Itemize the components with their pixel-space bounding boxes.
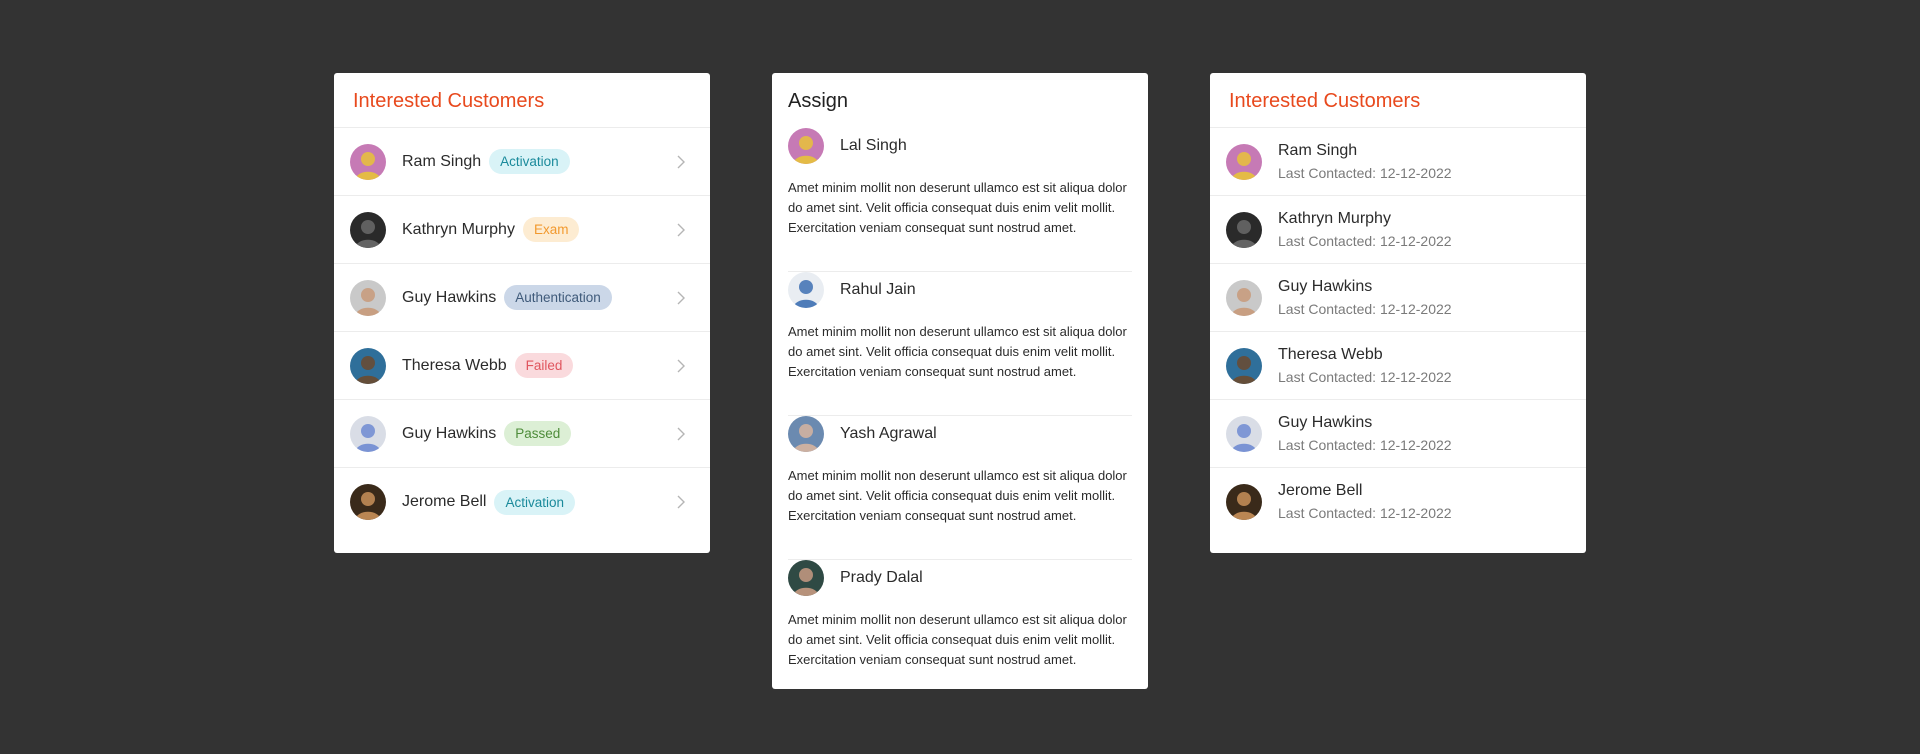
assignee-name[interactable]: Prady Dalal [840, 569, 923, 587]
last-contacted: Last Contacted: 12-12-2022 [1278, 232, 1452, 249]
chevron-right-icon[interactable] [676, 495, 686, 509]
customer-name: Kathryn Murphy [402, 220, 515, 238]
customer-contact-row[interactable]: Kathryn Murphy Last Contacted: 12-12-2022 [1210, 196, 1586, 264]
chevron-right-icon[interactable] [676, 427, 686, 441]
avatar [1226, 415, 1262, 452]
customer-name: Guy Hawkins [402, 288, 497, 306]
assign-item: Rahul Jain Amet minim mollit non deserunt… [788, 272, 1132, 416]
last-contacted: Last Contacted: 12-12-2022 [1278, 300, 1452, 317]
assign-header: Prady Dalal [788, 560, 1132, 596]
customer-info: Guy Hawkins Last Contacted: 12-12-2022 [1278, 413, 1452, 455]
customer-contact-row[interactable]: Jerome Bell Last Contacted: 12-12-2022 [1210, 468, 1586, 536]
assign-description: Amet minim mollit non deserunt ullamco e… [788, 612, 1127, 667]
customer-info: Theresa Webb Last Contacted: 12-12-2022 [1278, 345, 1452, 387]
avatar [788, 416, 824, 452]
customer-name: Ram Singh [1278, 141, 1358, 159]
interested-customers-card: Interested Customers Ram Singh Activation… [334, 73, 710, 553]
avatar [350, 415, 386, 452]
avatar [1226, 484, 1262, 520]
avatar [350, 279, 386, 316]
customer-info: Jerome Bell Last Contacted: 12-12-2022 [1278, 481, 1452, 523]
customer-info: Guy Hawkins Last Contacted: 12-12-2022 [1278, 277, 1452, 319]
assign-item: Yash Agrawal Amet minim mollit non deseru… [788, 416, 1132, 560]
chevron-right-icon[interactable] [676, 155, 686, 169]
chevron-right-icon[interactable] [676, 223, 686, 237]
customer-name: Ram Singh [402, 152, 482, 170]
assign-description: Amet minim mollit non deserunt ullamco e… [788, 468, 1127, 523]
card-title: Assign [788, 90, 849, 112]
customer-info: Kathryn Murphy Last Contacted: 12-12-2022 [1278, 209, 1452, 251]
customer-row[interactable]: Guy Hawkins Passed [334, 400, 710, 468]
assign-description: Amet minim mollit non deserunt ullamco e… [788, 180, 1127, 235]
avatar [1226, 347, 1262, 384]
assign-item: Lal Singh Amet minim mollit non deserunt … [788, 128, 1132, 272]
avatar [1226, 279, 1262, 316]
status-badge: Passed [504, 421, 572, 446]
customer-row[interactable]: Ram Singh Activation [334, 128, 710, 196]
status-badge: Activation [494, 489, 576, 515]
status-badge: Exam [522, 217, 580, 242]
chevron-right-icon[interactable] [676, 359, 686, 373]
assignee-name[interactable]: Lal Singh [840, 137, 907, 155]
customer-contact-row[interactable]: Theresa Webb Last Contacted: 12-12-2022 [1210, 332, 1586, 400]
avatar [788, 272, 824, 308]
customer-name: Guy Hawkins [1278, 413, 1373, 431]
customer-row[interactable]: Kathryn Murphy Exam [334, 196, 710, 264]
chevron-right-icon[interactable] [676, 291, 686, 305]
assign-description: Amet minim mollit non deserunt ullamco e… [788, 324, 1127, 379]
interested-customers-contact-card: Interested Customers Ram Singh Last Conta… [1210, 73, 1586, 553]
assignee-name[interactable]: Rahul Jain [840, 281, 916, 299]
card-title: Interested Customers [334, 73, 710, 128]
avatar [1226, 143, 1262, 180]
assign-card: Assign Lal Singh Amet minim mollit non de… [772, 73, 1148, 689]
last-contacted: Last Contacted: 12-12-2022 [1278, 436, 1452, 453]
assignee-name[interactable]: Yash Agrawal [840, 425, 937, 443]
customer-name: Kathryn Murphy [1278, 209, 1391, 227]
customer-contact-row[interactable]: Ram Singh Last Contacted: 12-12-2022 [1210, 128, 1586, 196]
customer-row[interactable]: Guy Hawkins Authentication [334, 264, 710, 332]
customer-row[interactable]: Jerome Bell Activation [334, 468, 710, 536]
customer-name: Jerome Bell [1278, 482, 1363, 499]
customer-contact-row[interactable]: Guy Hawkins Last Contacted: 12-12-2022 [1210, 264, 1586, 332]
avatar [788, 560, 824, 596]
assign-header: Lal Singh [788, 128, 1132, 164]
avatar [350, 211, 386, 248]
avatar [788, 128, 824, 164]
avatar [350, 143, 386, 180]
avatar [350, 484, 386, 520]
avatar [350, 347, 386, 384]
last-contacted: Last Contacted: 12-12-2022 [1278, 505, 1452, 521]
customer-name: Theresa Webb [402, 356, 507, 374]
status-badge: Activation [489, 149, 570, 174]
status-badge: Failed [514, 353, 574, 378]
last-contacted: Last Contacted: 12-12-2022 [1278, 164, 1452, 181]
avatar [1226, 211, 1262, 248]
last-contacted: Last Contacted: 12-12-2022 [1278, 368, 1452, 385]
customer-info: Ram Singh Last Contacted: 12-12-2022 [1278, 141, 1452, 183]
customer-name: Guy Hawkins [402, 424, 497, 442]
assign-item: Prady Dalal Amet minim mollit non deserun… [788, 560, 1132, 704]
card-title: Interested Customers [1210, 73, 1586, 128]
customer-name: Theresa Webb [1278, 345, 1383, 363]
customer-name: Guy Hawkins [1278, 277, 1373, 295]
customer-row[interactable]: Theresa Webb Failed [334, 332, 710, 400]
customer-name: Jerome Bell [402, 493, 487, 510]
assign-header: Yash Agrawal [788, 416, 1132, 452]
assign-header: Rahul Jain [788, 272, 1132, 308]
customer-contact-row[interactable]: Guy Hawkins Last Contacted: 12-12-2022 [1210, 400, 1586, 468]
status-badge: Authentication [504, 285, 612, 310]
